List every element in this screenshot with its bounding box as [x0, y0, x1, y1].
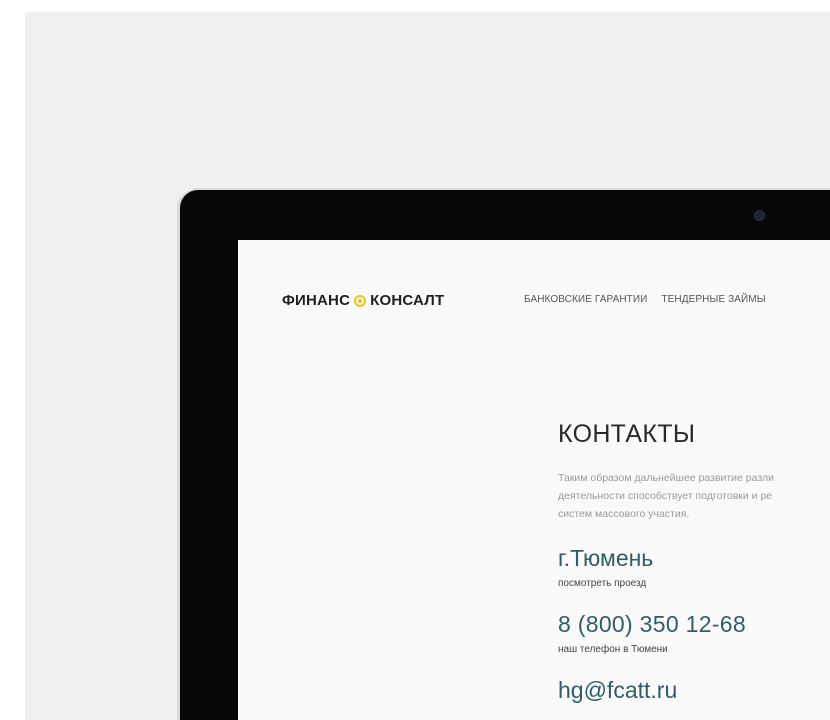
nav-bank-guarantees[interactable]: БАНКОВСКИЕ ГАРАНТИИ [524, 294, 647, 305]
mockup-stage: ФИНАНС КОНСАЛТ БАНКОВСКИЕ ГАРАНТИИ ТЕНДЕ… [0, 0, 830, 720]
main-nav: БАНКОВСКИЕ ГАРАНТИИ ТЕНДЕРНЫЕ ЗАЙМЫ [524, 294, 766, 305]
directions-link[interactable]: посмотреть проезд [558, 578, 830, 589]
logo-ring-icon [354, 294, 367, 307]
logo-left-text: ФИНАНС [282, 292, 351, 309]
page-title: КОНТАКТЫ [558, 420, 696, 448]
phone-number[interactable]: 8 (800) 350 12-68 [558, 611, 830, 638]
description-line: деятельности способствует подготовки и р… [558, 490, 773, 502]
nav-tender-loans[interactable]: ТЕНДЕРНЫЕ ЗАЙМЫ [661, 294, 765, 305]
site-logo[interactable]: ФИНАНС КОНСАЛТ [282, 292, 444, 309]
description-line: систем массового участия. [558, 508, 690, 520]
description-line: Таким образом дальнейшее развитие разли [558, 472, 775, 484]
camera-icon [754, 210, 765, 221]
contacts-description: Таким образом дальнейшее развитие разли … [558, 469, 830, 523]
contacts-section: КОНТАКТЫ Таким образом дальнейшее развит… [558, 420, 830, 704]
logo-right-text: КОНСАЛТ [370, 292, 445, 309]
email-address[interactable]: hg@fcatt.ru [558, 677, 830, 704]
website-screen: ФИНАНС КОНСАЛТ БАНКОВСКИЕ ГАРАНТИИ ТЕНДЕ… [238, 240, 830, 720]
phone-caption: наш телефон в Тюмени [558, 644, 668, 655]
city-name: г.Тюмень [558, 545, 654, 571]
